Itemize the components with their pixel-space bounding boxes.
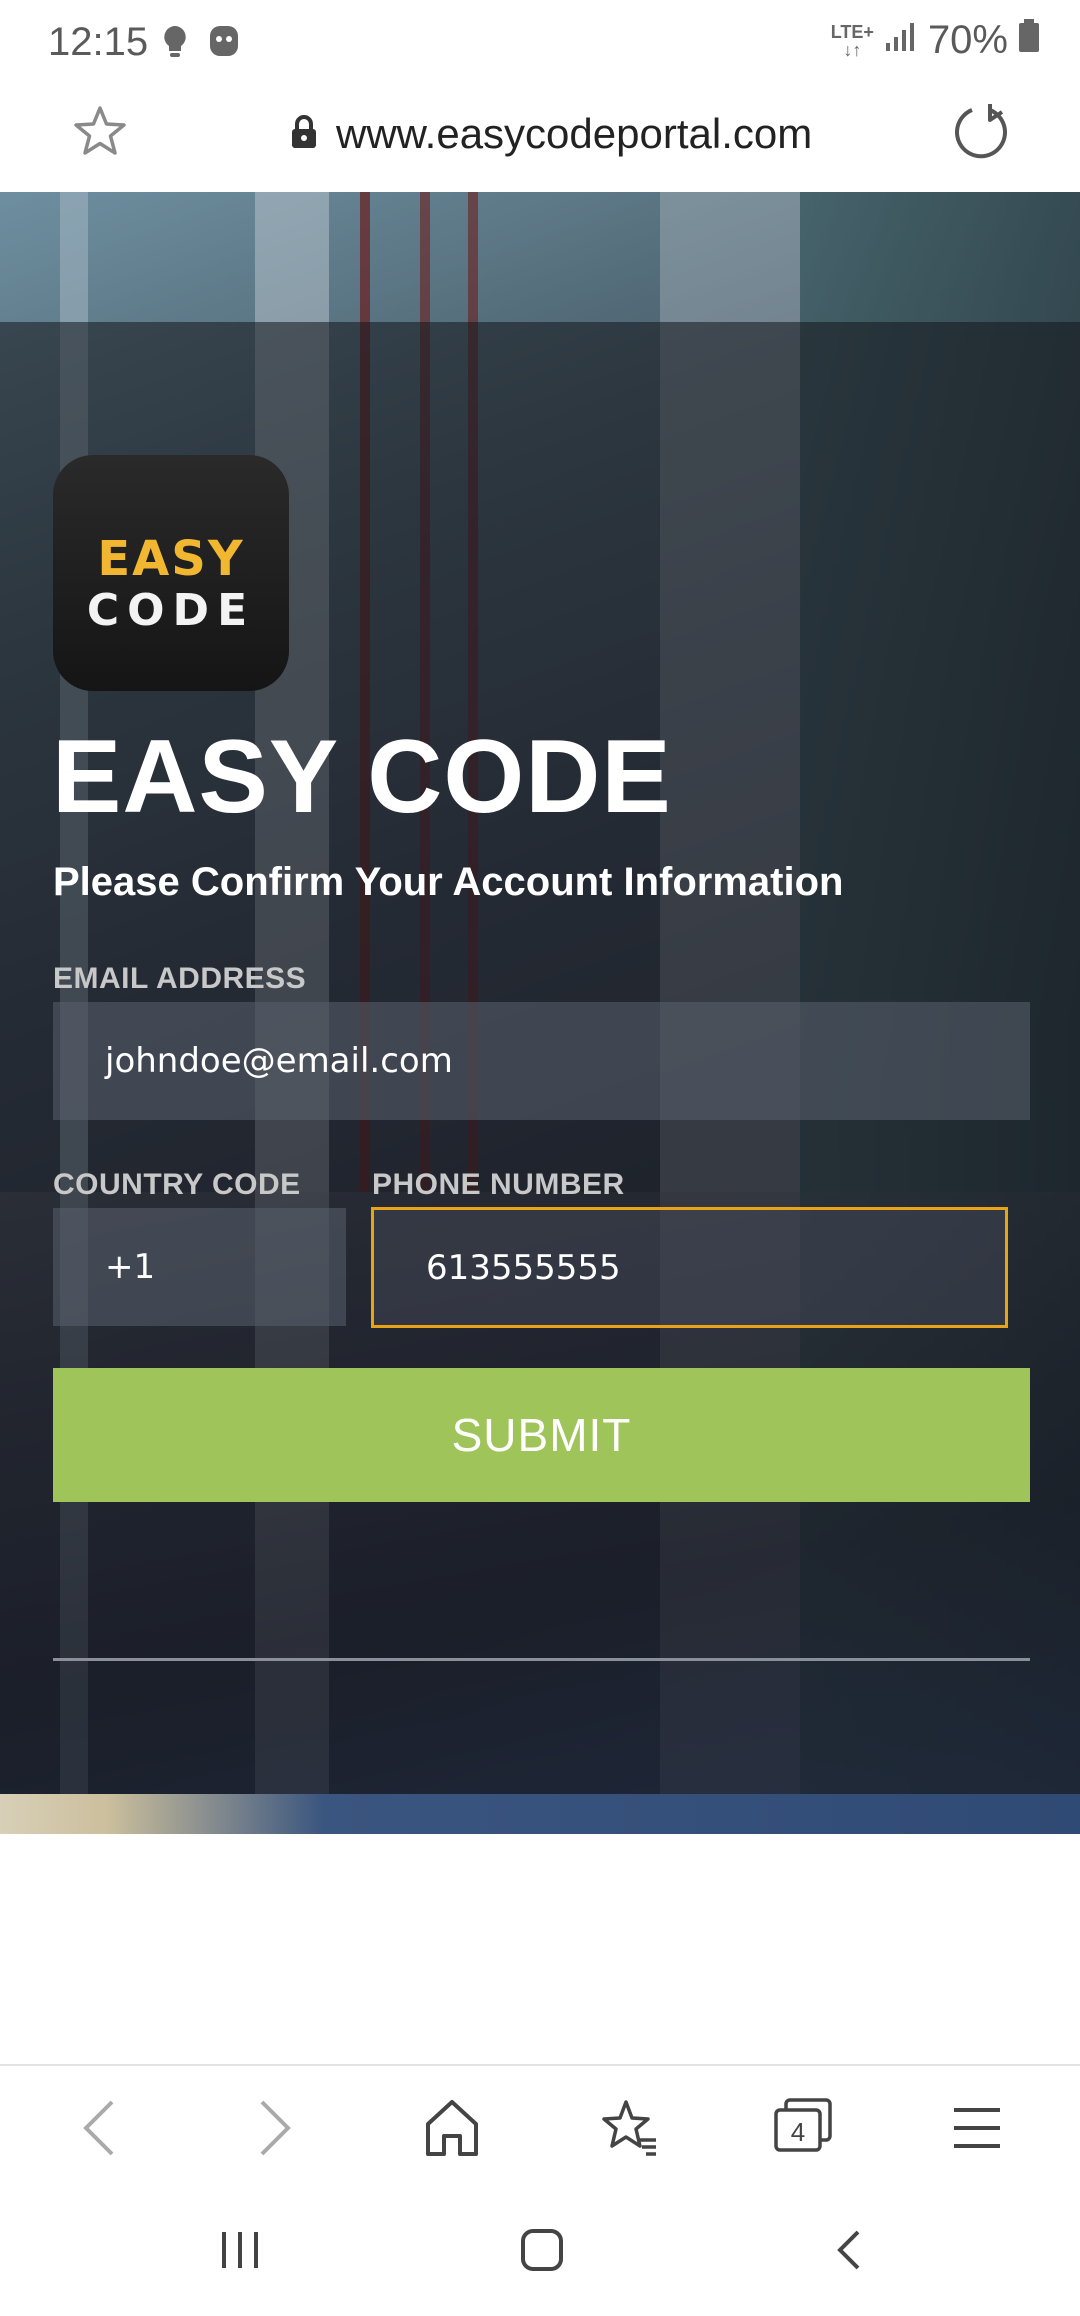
status-bar: 12:15 LTE+ ↓↑ 70%	[0, 0, 1080, 82]
email-value: johndoe@email.com	[105, 1041, 453, 1081]
battery-percent: 70%	[927, 18, 1008, 62]
logo-text-code: CODE	[86, 585, 256, 636]
lock-icon	[290, 114, 318, 155]
home-nav-icon[interactable]	[520, 2228, 564, 2277]
page-subtitle: Please Confirm Your Account Information	[53, 860, 844, 904]
signal-icon	[884, 18, 918, 63]
bookmark-star-icon[interactable]	[70, 102, 130, 167]
country-code-value: +1	[105, 1247, 156, 1287]
battery-icon	[1018, 18, 1040, 63]
form-divider	[53, 1658, 1030, 1661]
browser-bottom-bar: 4	[0, 2064, 1080, 2194]
back-nav-icon[interactable]	[828, 2228, 872, 2277]
phone-number-field[interactable]: 613555555	[371, 1207, 1008, 1328]
home-icon[interactable]	[422, 2096, 482, 2165]
forward-icon[interactable]	[252, 2096, 296, 2165]
back-icon[interactable]	[78, 2096, 122, 2165]
browser-url-bar: www.easycodeportal.com	[0, 82, 1080, 192]
system-nav-bar	[0, 2192, 1080, 2316]
email-field[interactable]: johndoe@email.com	[53, 1002, 1030, 1120]
phone-number-label: PHONE NUMBER	[372, 1168, 625, 1201]
url-address[interactable]: www.easycodeportal.com	[336, 110, 812, 158]
menu-icon[interactable]	[952, 2096, 1002, 2165]
recent-apps-icon[interactable]	[218, 2228, 262, 2277]
hero-bottom-strip	[0, 1794, 1080, 1834]
reload-icon[interactable]	[950, 100, 1014, 169]
notification-bulb-icon	[160, 24, 190, 70]
phone-number-value: 613555555	[426, 1247, 621, 1288]
tabs-icon[interactable]: 4	[772, 2096, 834, 2165]
status-time: 12:15	[48, 20, 149, 64]
page-title: EASY CODE	[52, 719, 672, 835]
network-type: LTE+ ↓↑	[830, 21, 874, 60]
submit-button[interactable]: SUBMIT	[53, 1368, 1030, 1502]
country-code-label: COUNTRY CODE	[53, 1168, 301, 1201]
logo-text-easy: EASY	[97, 531, 245, 587]
notification-app-icon	[208, 24, 240, 68]
bookmarks-icon[interactable]	[598, 2096, 660, 2165]
email-label: EMAIL ADDRESS	[53, 962, 307, 995]
easy-code-logo: EASY CODE	[53, 455, 289, 691]
status-right: LTE+ ↓↑ 70%	[831, 18, 1040, 63]
tab-count: 4	[791, 2117, 805, 2147]
country-code-field[interactable]: +1	[53, 1208, 346, 1326]
